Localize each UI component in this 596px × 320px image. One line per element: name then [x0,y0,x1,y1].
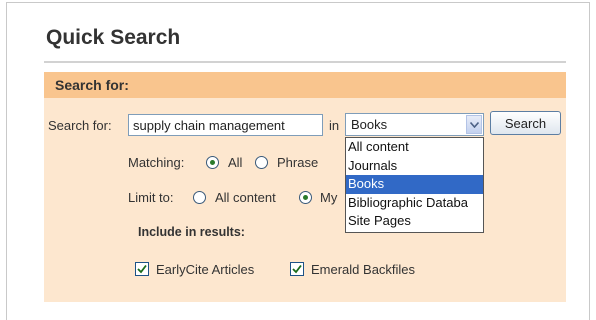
search-for-label: Search for: [48,118,112,133]
dropdown-option[interactable]: Journals [346,157,483,176]
search-input[interactable] [128,114,323,136]
search-button[interactable]: Search [490,111,561,135]
chevron-down-icon[interactable] [466,115,482,134]
in-label: in [329,118,340,133]
panel-header: Search for: [44,72,566,98]
dropdown-option[interactable]: Bibliographic Databa [346,194,483,213]
checkbox-label-earlycite: EarlyCite Articles [156,262,255,277]
radio-label-all: All [228,155,243,170]
radio-label-phrase: Phrase [277,155,319,170]
checkbox-earlycite[interactable] [135,262,149,276]
dropdown-option-selected[interactable]: Books [346,175,483,194]
radio-limit-all-content[interactable] [193,191,206,204]
checkbox-label-emerald-backfiles: Emerald Backfiles [311,262,416,277]
radio-matching-all[interactable] [206,156,219,169]
radio-matching-phrase[interactable] [255,156,268,169]
search-panel: Search for: [44,72,566,302]
radio-limit-my[interactable] [299,191,312,204]
dropdown-option[interactable]: Site Pages [346,212,483,231]
select-value: Books [351,117,388,132]
checkbox-emerald-backfiles[interactable] [290,262,304,276]
content-type-select[interactable]: Books [345,113,484,136]
include-in-results-label: Include in results: [138,225,245,239]
title-divider [44,61,566,63]
content-type-dropdown-list[interactable]: All content Journals Books Bibliographic… [345,137,484,233]
radio-label-my: My [320,190,338,205]
matching-label: Matching: [128,155,185,170]
dropdown-option[interactable]: All content [346,138,483,157]
limit-to-label: Limit to: [128,190,174,205]
checkmark-icon [292,264,302,274]
radio-label-all-content: All content [215,190,276,205]
radio-dot [303,195,308,200]
radio-dot [210,160,215,165]
checkmark-icon [137,264,147,274]
page-title: Quick Search [46,26,181,49]
